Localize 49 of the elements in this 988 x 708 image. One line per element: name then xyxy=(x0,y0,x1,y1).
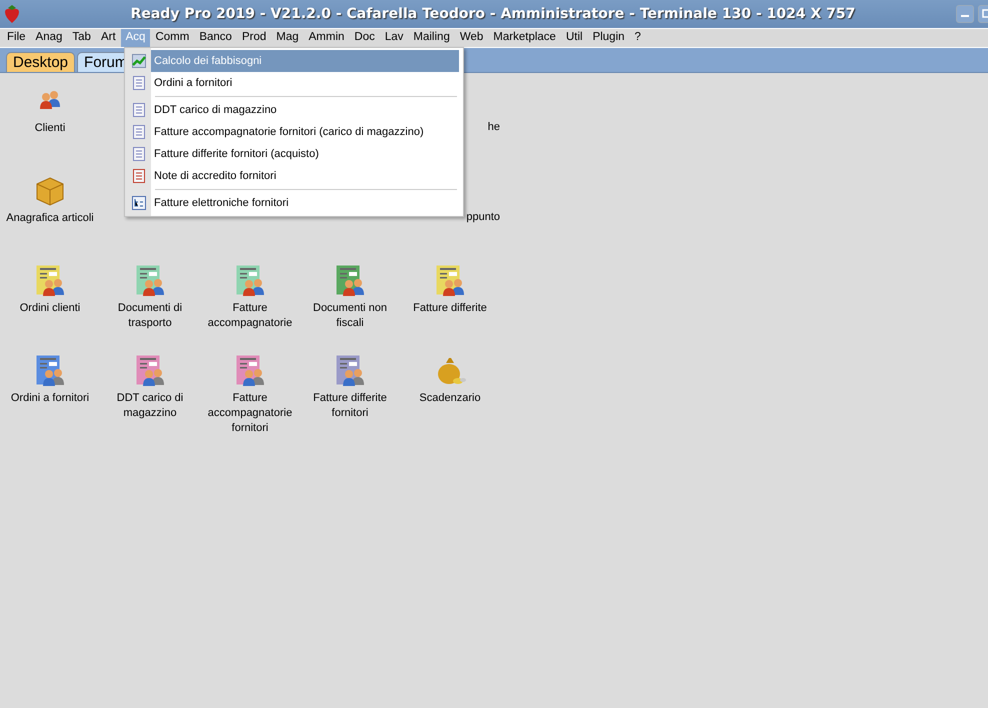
shortcut-label[interactable]: DDT carico di magazzino xyxy=(101,391,199,421)
menu-option[interactable]: DDT carico di magazzino xyxy=(151,99,459,121)
tree-icon xyxy=(132,196,146,210)
shortcut-label[interactable]: Fatture differite fornitori xyxy=(301,391,399,421)
menu-item[interactable]: Mag xyxy=(271,29,304,47)
minimize-button[interactable] xyxy=(956,5,974,23)
menu-option[interactable]: Fatture accompagnatorie fornitori (carico di magazzino) xyxy=(151,121,459,143)
shortcut-label[interactable]: Ordini a fornitori xyxy=(10,391,90,406)
menu-option[interactable]: Note di accredito fornitori xyxy=(151,165,459,187)
shortcut-label[interactable]: Documenti non fiscali xyxy=(301,301,399,331)
menu-option[interactable]: Ordini a fornitori xyxy=(151,72,459,94)
menu-item[interactable]: Plugin xyxy=(588,29,630,47)
menu-item[interactable]: Ammin xyxy=(304,29,350,47)
menu-item[interactable]: Doc xyxy=(349,29,380,47)
menu-item[interactable]: File xyxy=(2,29,31,47)
document-icon xyxy=(133,76,145,90)
shortcut-label[interactable]: Scadenzario xyxy=(419,391,481,406)
menu-item[interactable]: Comm xyxy=(150,29,194,47)
shortcut-label[interactable]: Fatture differite xyxy=(413,301,487,316)
menu-item[interactable]: Tab xyxy=(67,29,96,47)
menu-item[interactable]: Util xyxy=(560,29,588,47)
box-icon xyxy=(34,175,66,207)
menu-item[interactable]: Art xyxy=(96,29,121,47)
menu-item[interactable]: Web xyxy=(454,29,488,47)
menu-item[interactable]: Prod xyxy=(236,29,272,47)
menu-item[interactable]: Banco xyxy=(194,29,237,47)
shortcut-label: ppunto xyxy=(466,210,500,225)
shortcut-label[interactable]: Fatture accompagnatorie xyxy=(201,301,299,331)
shortcut-label[interactable]: Clienti xyxy=(34,121,66,136)
menu-option[interactable]: Fatture differite fornitori (acquisto) xyxy=(151,143,459,165)
menu-item[interactable]: Anag xyxy=(30,29,68,47)
chart-icon xyxy=(132,54,146,68)
menu-item[interactable]: Mailing xyxy=(408,29,455,47)
document-icon xyxy=(133,147,145,161)
shortcut-label[interactable]: Anagrafica articoli xyxy=(6,211,94,226)
shortcut-label[interactable]: Ordini clienti xyxy=(20,301,80,316)
strawberry-icon xyxy=(4,4,20,24)
shortcut-label[interactable]: Fatture accompagnatorie fornitori xyxy=(201,391,299,436)
document-icon xyxy=(133,125,145,139)
tab[interactable]: Desktop xyxy=(6,52,76,72)
menu-item[interactable]: Lav xyxy=(380,29,408,47)
menu-item[interactable]: Marketplace xyxy=(488,29,561,47)
shortcut-label[interactable]: Documenti di trasporto xyxy=(101,301,199,331)
shortcut-label: he xyxy=(488,120,500,135)
menu-item[interactable]: ? xyxy=(630,29,646,47)
document-icon xyxy=(133,103,145,117)
window-title: Ready Pro 2019 - V21.2.0 - Cafarella Teodoro - Amministratore - Terminale 130 - 1024 X 757 xyxy=(130,6,856,22)
document-icon xyxy=(133,169,145,183)
menu-option[interactable]: Fatture elettroniche fornitori xyxy=(151,192,459,214)
